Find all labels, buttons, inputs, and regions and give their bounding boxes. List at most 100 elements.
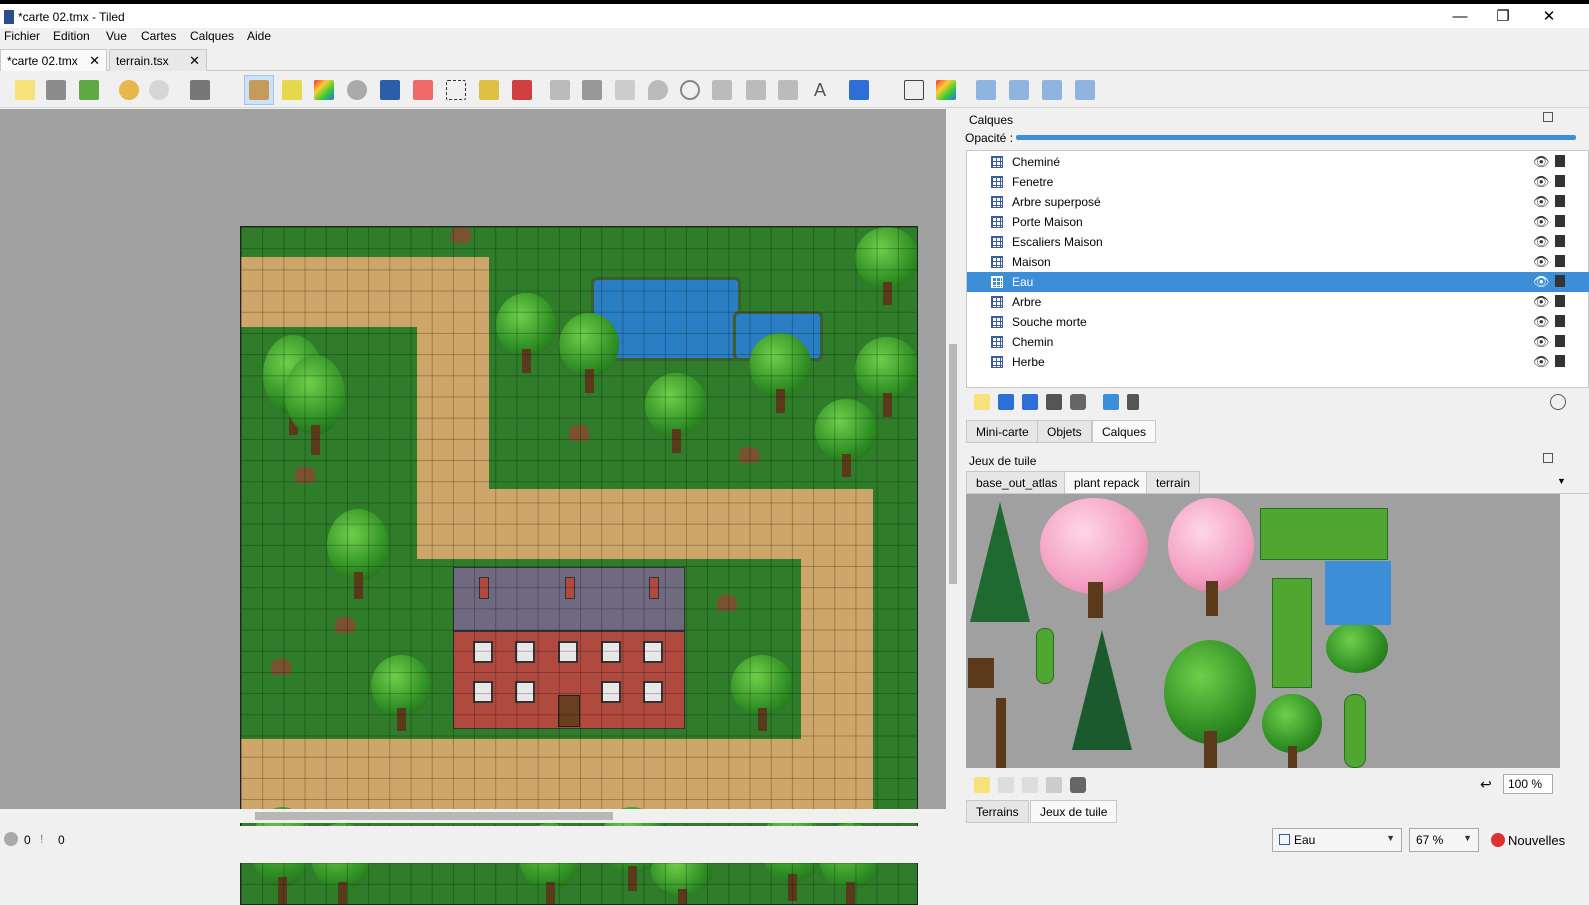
visibility-eye-icon[interactable]: 👁: [1533, 154, 1550, 170]
error-icon[interactable]: [4, 832, 18, 846]
lock-icon[interactable]: [1555, 295, 1565, 307]
shape-fill-icon[interactable]: [380, 80, 400, 100]
visibility-eye-icon[interactable]: 👁: [1533, 254, 1550, 270]
close-window-button[interactable]: ✕: [1526, 6, 1572, 30]
duplicate-layer-icon[interactable]: [1046, 394, 1062, 410]
dynamic-wrap-icon[interactable]: ↩: [1480, 776, 1492, 793]
lock-icon[interactable]: [1555, 215, 1565, 227]
lock-icon[interactable]: [1555, 275, 1565, 287]
import-tileset-icon[interactable]: [998, 777, 1014, 793]
lock-icon[interactable]: [1555, 155, 1565, 167]
visibility-eye-icon[interactable]: 👁: [1533, 314, 1550, 330]
layer-settings-icon[interactable]: [1550, 394, 1566, 410]
bucket-fill-icon[interactable]: [347, 80, 367, 100]
redo-icon[interactable]: [149, 80, 169, 100]
menu-cartes[interactable]: Cartes: [141, 29, 176, 43]
flip-vertical-icon[interactable]: [1009, 80, 1029, 100]
magic-wand-icon[interactable]: [479, 80, 499, 100]
tab-base-out-atlas[interactable]: base_out_atlas: [966, 471, 1068, 494]
delete-tileset-icon[interactable]: [1070, 777, 1086, 793]
lock-icon[interactable]: [1555, 315, 1565, 327]
lower-layer-icon[interactable]: [1022, 394, 1038, 410]
layer-row-arbre[interactable]: Arbre 👁: [967, 292, 1589, 312]
float-panel-icon[interactable]: [1543, 453, 1553, 463]
close-tab-icon[interactable]: ✕: [89, 53, 100, 69]
lock-icon[interactable]: [1555, 355, 1565, 367]
float-panel-icon[interactable]: [1543, 112, 1553, 122]
menu-calques[interactable]: Calques: [190, 29, 234, 43]
visibility-eye-icon[interactable]: 👁: [1533, 174, 1550, 190]
menu-edition[interactable]: Edition: [53, 29, 90, 43]
visibility-eye-icon[interactable]: 👁: [1533, 334, 1550, 350]
tab-plant-repack[interactable]: plant repack: [1064, 471, 1150, 494]
restore-button[interactable]: ❐: [1480, 6, 1526, 30]
map-canvas[interactable]: [240, 226, 918, 905]
insert-text-icon[interactable]: A: [810, 80, 830, 100]
delete-layer-icon[interactable]: [1070, 394, 1086, 410]
select-objects-icon[interactable]: [550, 80, 570, 100]
map-horizontal-scrollbar[interactable]: [0, 809, 946, 823]
rotate-left-icon[interactable]: [1042, 80, 1062, 100]
layer-row-arbre-superpose[interactable]: Arbre superposé 👁: [967, 192, 1589, 212]
visibility-eye-icon[interactable]: 👁: [1533, 354, 1550, 370]
terrain-brush-icon[interactable]: [282, 80, 302, 100]
open-file-icon[interactable]: [46, 80, 66, 100]
news-alert-icon[interactable]: [1491, 833, 1505, 847]
raise-layer-icon[interactable]: [998, 394, 1014, 410]
insert-polygon-icon[interactable]: [712, 80, 732, 100]
layer-row-herbe[interactable]: Herbe 👁: [967, 352, 1589, 372]
layer-row-souche-morte[interactable]: Souche morte 👁: [967, 312, 1589, 332]
opacity-slider[interactable]: [1016, 135, 1576, 140]
tab-jeux-de-tuile[interactable]: Jeux de tuile: [1030, 800, 1118, 823]
visibility-eye-icon[interactable]: 👁: [1533, 274, 1550, 290]
lock-icon[interactable]: [1555, 195, 1565, 207]
tab-mini-carte[interactable]: Mini-carte: [966, 420, 1039, 443]
random-dice-icon[interactable]: [904, 80, 924, 100]
map-zoom-select[interactable]: 67 % ▼: [1409, 828, 1479, 852]
rect-select-icon[interactable]: [446, 80, 466, 100]
lock-icon[interactable]: [1555, 255, 1565, 267]
menu-vue[interactable]: Vue: [106, 29, 127, 43]
visibility-eye-icon[interactable]: 👁: [1533, 214, 1550, 230]
select-same-tile-icon[interactable]: [512, 80, 532, 100]
lock-layer-icon[interactable]: [1127, 394, 1139, 410]
scroll-thumb[interactable]: [949, 344, 957, 584]
edit-tileset-icon[interactable]: [1046, 777, 1062, 793]
lock-icon[interactable]: [1555, 175, 1565, 187]
visibility-eye-icon[interactable]: 👁: [1533, 294, 1550, 310]
scroll-thumb[interactable]: [255, 812, 613, 820]
minimize-button[interactable]: —: [1437, 6, 1483, 30]
map-viewport[interactable]: [0, 109, 946, 905]
insert-point-icon[interactable]: [648, 80, 668, 100]
commands-icon[interactable]: [190, 80, 210, 100]
tab-objets[interactable]: Objets: [1037, 420, 1092, 443]
tileset-view[interactable]: [966, 494, 1560, 768]
insert-ellipse-icon[interactable]: [680, 80, 700, 100]
warning-icon[interactable]: !: [40, 832, 43, 846]
menu-fichier[interactable]: Fichier: [4, 29, 40, 43]
tileset-vertical-scrollbar[interactable]: [1560, 494, 1574, 768]
close-tab-icon[interactable]: ✕: [189, 53, 200, 69]
layer-row-chemin[interactable]: Chemin 👁: [967, 332, 1589, 352]
map-vertical-scrollbar[interactable]: [946, 109, 960, 809]
layer-row-eau[interactable]: Eau 👁: [967, 272, 1589, 292]
layer-row-fenetre[interactable]: Fenetre 👁: [967, 172, 1589, 192]
insert-template-icon[interactable]: [778, 80, 798, 100]
selected-tile[interactable]: [1325, 561, 1391, 625]
eraser-icon[interactable]: [413, 80, 433, 100]
layer-row-escaliers-maison[interactable]: Escaliers Maison 👁: [967, 232, 1589, 252]
undo-icon[interactable]: [119, 80, 139, 100]
save-icon[interactable]: [79, 80, 99, 100]
move-layer-icon[interactable]: [849, 80, 869, 100]
new-map-icon[interactable]: [15, 80, 35, 100]
visibility-eye-icon[interactable]: 👁: [1533, 194, 1550, 210]
random-mode-icon[interactable]: [314, 80, 334, 100]
current-layer-select[interactable]: Eau ▼: [1272, 828, 1402, 852]
menu-aide[interactable]: Aide: [247, 29, 271, 43]
edit-polygons-icon[interactable]: [582, 80, 602, 100]
lock-icon[interactable]: [1555, 335, 1565, 347]
tab-terrain-tsx[interactable]: terrain.tsx ✕: [109, 49, 207, 71]
layer-row-porte-maison[interactable]: Porte Maison 👁: [967, 212, 1589, 232]
rotate-right-icon[interactable]: [1075, 80, 1095, 100]
export-tileset-icon[interactable]: [1022, 777, 1038, 793]
